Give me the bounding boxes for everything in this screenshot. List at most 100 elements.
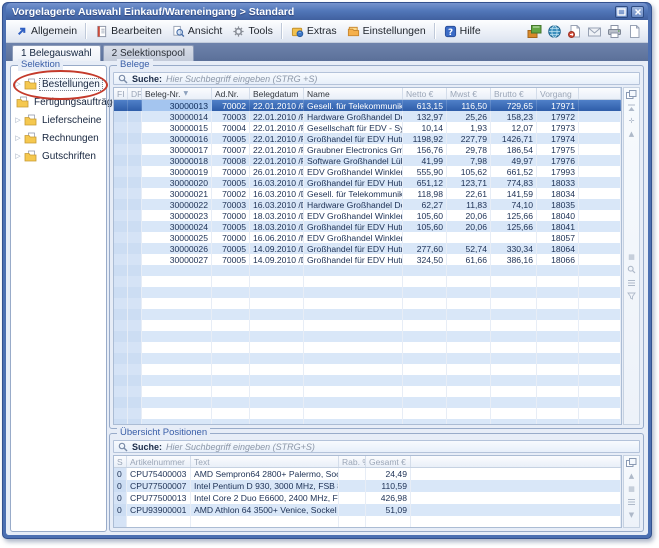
menu-item-extras[interactable]: Extras: [286, 23, 342, 40]
column-header-belegdatum[interactable]: Belegdatum: [250, 88, 304, 99]
toolbar-document-export-button[interactable]: [567, 24, 582, 39]
positionen-search[interactable]: Suche: Hier Suchbegriff eingeben (STRG+S…: [113, 440, 640, 453]
cell-s: 0: [114, 468, 127, 480]
table-row[interactable]: 0CPU75400003AMD Sempron64 2800+ Palermo,…: [114, 468, 621, 480]
scroll-up-page-icon[interactable]: ✛: [626, 115, 638, 126]
tree-item-gutschriften[interactable]: ▷Gutschriften: [11, 147, 106, 165]
toolbar-print-button[interactable]: [607, 24, 622, 39]
restore-button[interactable]: [615, 6, 628, 18]
cell-name: Gesellschaft für EDV - Systeme: [304, 122, 403, 133]
cell-name: [304, 265, 403, 276]
scroll-up-icon[interactable]: ▲: [626, 128, 638, 139]
table-row[interactable]: 0CPU77500013Intel Core 2 Duo E6600, 2400…: [114, 492, 621, 504]
column-header-fi[interactable]: FI: [114, 88, 128, 99]
toolbar-mail-button[interactable]: [587, 24, 602, 39]
zoom-icon[interactable]: [626, 264, 638, 275]
column-header-artikelnummer[interactable]: Artikelnummer: [127, 456, 191, 467]
column-header-filler[interactable]: [411, 456, 621, 467]
menu-separator: [281, 23, 283, 39]
cell-netto: 41,99: [403, 155, 447, 166]
table-row[interactable]: 300000147000322.01.2010 /FrHardware Groß…: [114, 111, 621, 122]
column-header-dr[interactable]: DR: [128, 88, 142, 99]
close-button[interactable]: [631, 6, 644, 18]
settings-folder-icon: [347, 25, 360, 38]
scroll-top-icon[interactable]: [626, 102, 638, 113]
column-header-netto[interactable]: Netto €: [403, 88, 447, 99]
toolbar-new-document-button[interactable]: [627, 24, 642, 39]
cell-name: EDV Großhandel Winkler GmbH: [304, 166, 403, 177]
expand-arrow-icon[interactable]: ▷: [14, 116, 22, 124]
column-header-mwst[interactable]: Mwst €: [447, 88, 491, 99]
column-header-vorgang[interactable]: Vorgang: [537, 88, 579, 99]
empty-table-row: [114, 408, 621, 419]
positionen-grid: SArtikelnummerTextRab. %Gesamt €0CPU7540…: [113, 455, 622, 528]
table-row[interactable]: 300000237000018.03.2010 /DoEDV Großhande…: [114, 210, 621, 221]
list-view-icon[interactable]: [626, 277, 638, 288]
column-header-name[interactable]: Name: [304, 88, 403, 99]
table-row[interactable]: 300000257000016.06.2010 /MiEDV Großhande…: [114, 232, 621, 243]
table-row[interactable]: 300000137000222.01.2010 /FrGesell. für T…: [114, 100, 621, 111]
expand-arrow-icon[interactable]: ▷: [14, 80, 22, 88]
menu-item-tools[interactable]: Tools: [227, 23, 278, 40]
table-row[interactable]: 300000177000722.01.2010 /FrGraubner Elec…: [114, 144, 621, 155]
column-header-gesamt[interactable]: Gesamt €: [366, 456, 411, 467]
belege-search[interactable]: Suche: Hier Suchbegriff eingeben (STRG +…: [113, 72, 640, 85]
cell-name: [304, 408, 403, 419]
table-row[interactable]: 300000277000514.09.2010 /DiGroßhandel fü…: [114, 254, 621, 265]
table-row[interactable]: 0CPU93900001AMD Athlon 64 3500+ Venice, …: [114, 504, 621, 516]
menu-item-ansicht[interactable]: Ansicht: [167, 23, 227, 40]
table-row[interactable]: 300000157000422.01.2010 /FrGesellschaft …: [114, 122, 621, 133]
cell-s: 0: [114, 492, 127, 504]
table-row[interactable]: 300000167000522.01.2010 /FrGroßhandel fü…: [114, 133, 621, 144]
column-header-s[interactable]: S: [114, 456, 127, 467]
tree-item-bestellungen[interactable]: ▷Bestellungen: [11, 75, 106, 93]
table-row[interactable]: 300000247000518.03.2010 /DoGroßhandel fü…: [114, 221, 621, 232]
menu-item-einstellungen[interactable]: Einstellungen: [342, 23, 431, 40]
cell-fi: [114, 408, 128, 419]
tree-item-lieferscheine[interactable]: ▷Lieferscheine: [11, 111, 106, 129]
toolbar-package-button[interactable]: [527, 24, 542, 39]
column-header-beleg-nr[interactable]: Beleg-Nr.▼: [142, 88, 212, 99]
table-row[interactable]: 0CPU77500007Intel Pentium D 930, 3000 MH…: [114, 480, 621, 492]
scroll-down-icon[interactable]: ▼: [626, 509, 638, 520]
view-magnifier-icon: [172, 25, 185, 38]
cell-gesamt: 51,09: [366, 504, 411, 516]
table-row[interactable]: 300000227000316.03.2010 /DiHardware Groß…: [114, 199, 621, 210]
cell-fi: [114, 375, 128, 386]
cell-dr: [128, 364, 142, 375]
table-row[interactable]: 300000187000822.01.2010 /FrSoftware Groß…: [114, 155, 621, 166]
column-header-text[interactable]: Text: [191, 456, 339, 467]
cell-fi: [114, 122, 128, 133]
column-header-brutto[interactable]: Brutto €: [491, 88, 537, 99]
table-row[interactable]: 300000217000216.03.2010 /DiGesell. für T…: [114, 188, 621, 199]
column-chooser-icon[interactable]: [626, 89, 638, 100]
titlebar[interactable]: Vorgelagerte Auswahl Einkauf/Wareneingan…: [6, 3, 648, 20]
grid-view-icon[interactable]: ▦: [626, 483, 638, 494]
menu-item-allgemein[interactable]: Allgemein: [10, 23, 82, 40]
empty-table-row: [114, 265, 621, 276]
column-chooser-icon[interactable]: [626, 457, 638, 468]
cell-netto: [403, 298, 447, 309]
cell-netto: 613,15: [403, 100, 447, 111]
column-header-filler[interactable]: [579, 88, 621, 99]
menu-item-bearbeiten[interactable]: Bearbeiten: [90, 23, 167, 40]
table-row[interactable]: 300000267000514.09.2010 /DiGroßhandel fü…: [114, 243, 621, 254]
tree-item-fertigungsauftr-ge[interactable]: Fertigungsaufträge: [11, 93, 106, 111]
cell-fi: [114, 210, 128, 221]
scroll-up-icon[interactable]: ▲: [626, 470, 638, 481]
filter-icon[interactable]: [626, 290, 638, 301]
cell-vorgang: 18066: [537, 254, 579, 265]
cell-ad-nr: 70008: [212, 155, 250, 166]
grid-view-icon[interactable]: ▦: [626, 251, 638, 262]
menu-item-hilfe[interactable]: ?Hilfe: [439, 23, 486, 40]
expand-arrow-icon[interactable]: ▷: [14, 134, 22, 142]
column-header-rab[interactable]: Rab. %: [339, 456, 366, 467]
tree-item-rechnungen[interactable]: ▷Rechnungen: [11, 129, 106, 147]
table-row[interactable]: 300000197000026.01.2010 /DiEDV Großhande…: [114, 166, 621, 177]
expand-arrow-icon[interactable]: ▷: [14, 152, 22, 160]
toolbar-globe-button[interactable]: [547, 24, 562, 39]
list-view-icon[interactable]: [626, 496, 638, 507]
column-header-ad-nr[interactable]: Ad.Nr.: [212, 88, 250, 99]
table-row[interactable]: 300000207000516.03.2010 /DiGroßhandel fü…: [114, 177, 621, 188]
cell-vorgang: 17972: [537, 111, 579, 122]
